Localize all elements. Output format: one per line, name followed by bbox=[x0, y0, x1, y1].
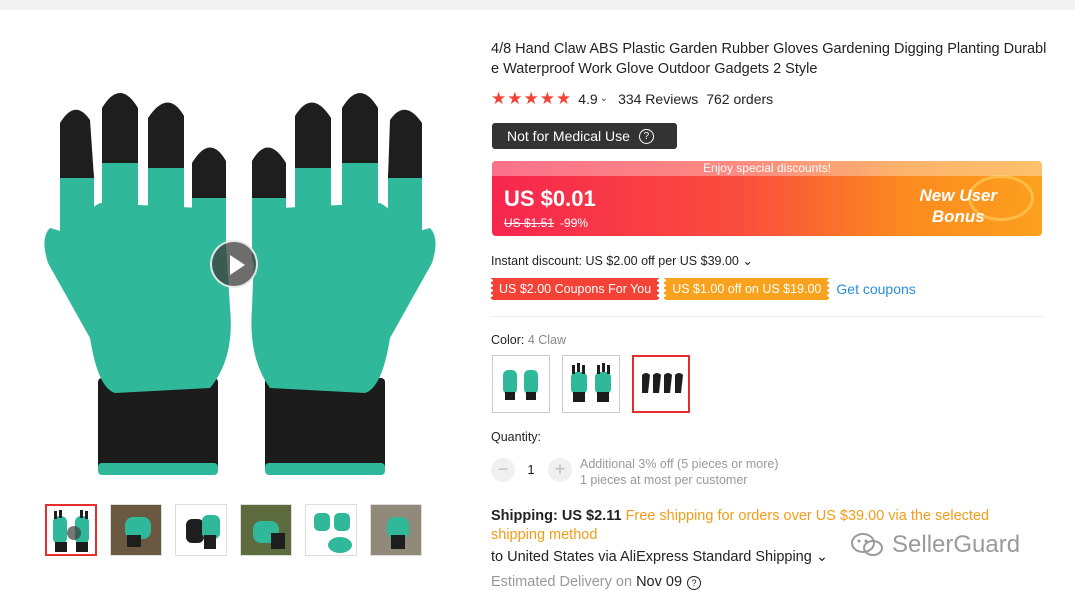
thumbnail-4[interactable] bbox=[240, 504, 292, 556]
medical-use-badge: Not for Medical Use? bbox=[492, 123, 677, 149]
thumbnail-3[interactable] bbox=[175, 504, 227, 556]
rating-value[interactable]: 4.9 bbox=[578, 89, 597, 109]
wechat-icon bbox=[851, 533, 883, 556]
coupon-store[interactable]: US $1.00 off on US $19.00 bbox=[663, 278, 831, 300]
shipping-cost: Shipping: US $2.11 bbox=[491, 508, 622, 524]
thumbnail-claw-image bbox=[176, 505, 226, 555]
bonus-text: Bonus bbox=[931, 207, 985, 226]
thumbnail-garden-image bbox=[241, 505, 291, 555]
orders-count: 762 orders bbox=[706, 91, 774, 107]
color-option-black-claws[interactable] bbox=[632, 355, 690, 413]
color-label: Color: 4 Claw bbox=[491, 333, 566, 347]
quantity-value[interactable]: 1 bbox=[524, 462, 538, 477]
play-video-button[interactable] bbox=[210, 240, 258, 288]
right-glove bbox=[251, 93, 436, 475]
medical-use-label: Not for Medical Use bbox=[507, 128, 630, 144]
get-coupons-link[interactable]: Get coupons bbox=[836, 281, 915, 297]
discount-percent: -99% bbox=[560, 216, 589, 230]
watermark-text: SellerGuard bbox=[892, 531, 1021, 558]
thumbnail-2[interactable] bbox=[110, 504, 162, 556]
top-bar bbox=[0, 0, 1075, 10]
color-option-green-gloves[interactable] bbox=[492, 355, 550, 413]
original-price-row: US $1.51 -99% bbox=[504, 216, 588, 230]
thumbnail-5[interactable] bbox=[305, 504, 357, 556]
thumbnail-soil-image bbox=[111, 505, 161, 555]
purchase-limit-note: 1 pieces at most per customer bbox=[580, 473, 748, 487]
coupon-row: US $2.00 Coupons For You US $1.00 off on… bbox=[489, 278, 916, 300]
bulk-discount-note: Additional 3% off (5 pieces or more) bbox=[580, 457, 779, 471]
new-user-text: New User bbox=[919, 186, 997, 205]
promo-price: US $0.01 bbox=[504, 186, 596, 211]
quantity-decrease-button[interactable]: − bbox=[491, 458, 515, 482]
color-option-claw-gloves[interactable] bbox=[562, 355, 620, 413]
black-claws-swatch bbox=[642, 373, 683, 393]
left-glove bbox=[44, 93, 231, 475]
thumbnail-package-image bbox=[306, 505, 356, 555]
chevron-down-icon[interactable]: ⌄ bbox=[600, 89, 608, 109]
green-gloves-swatch bbox=[503, 370, 538, 400]
shipping-method-select[interactable]: to United States via AliExpress Standard… bbox=[491, 549, 828, 565]
instant-discount[interactable]: Instant discount: US $2.00 off per US $3… bbox=[491, 253, 753, 268]
color-value: 4 Claw bbox=[527, 333, 567, 347]
promo-strip: Enjoy special discounts! bbox=[492, 161, 1042, 176]
quantity-increase-button[interactable]: + bbox=[548, 458, 572, 482]
color-label-text: Color: bbox=[491, 333, 528, 347]
rating-row: ★★★★★ 4.9 ⌄ 334 Reviews 762 orders bbox=[491, 89, 773, 109]
play-icon bbox=[230, 255, 245, 275]
quantity-label: Quantity: bbox=[491, 430, 542, 444]
star-rating-icon: ★★★★★ bbox=[491, 89, 573, 108]
watermark: SellerGuard bbox=[850, 530, 1020, 560]
mini-play-icon bbox=[67, 526, 81, 540]
thumbnail-6[interactable] bbox=[370, 504, 422, 556]
claw-gloves-swatch bbox=[571, 363, 611, 402]
new-user-bonus-label: New User Bonus bbox=[920, 185, 997, 227]
product-title: 4/8 Hand Claw ABS Plastic Garden Rubber … bbox=[491, 41, 1047, 77]
reviews-link[interactable]: 334 Reviews bbox=[618, 89, 698, 109]
thumbnail-1[interactable] bbox=[45, 504, 97, 556]
promo-banner: Enjoy special discounts! US $0.01 US $1.… bbox=[492, 161, 1042, 236]
coupon-new-user[interactable]: US $2.00 Coupons For You bbox=[489, 278, 661, 300]
help-icon[interactable]: ? bbox=[638, 128, 654, 144]
quantity-note: Additional 3% off (5 pieces or more) 1 p… bbox=[580, 456, 778, 488]
original-price: US $1.51 bbox=[504, 216, 555, 230]
thumbnail-plant-image bbox=[371, 505, 421, 555]
divider bbox=[491, 316, 1044, 317]
